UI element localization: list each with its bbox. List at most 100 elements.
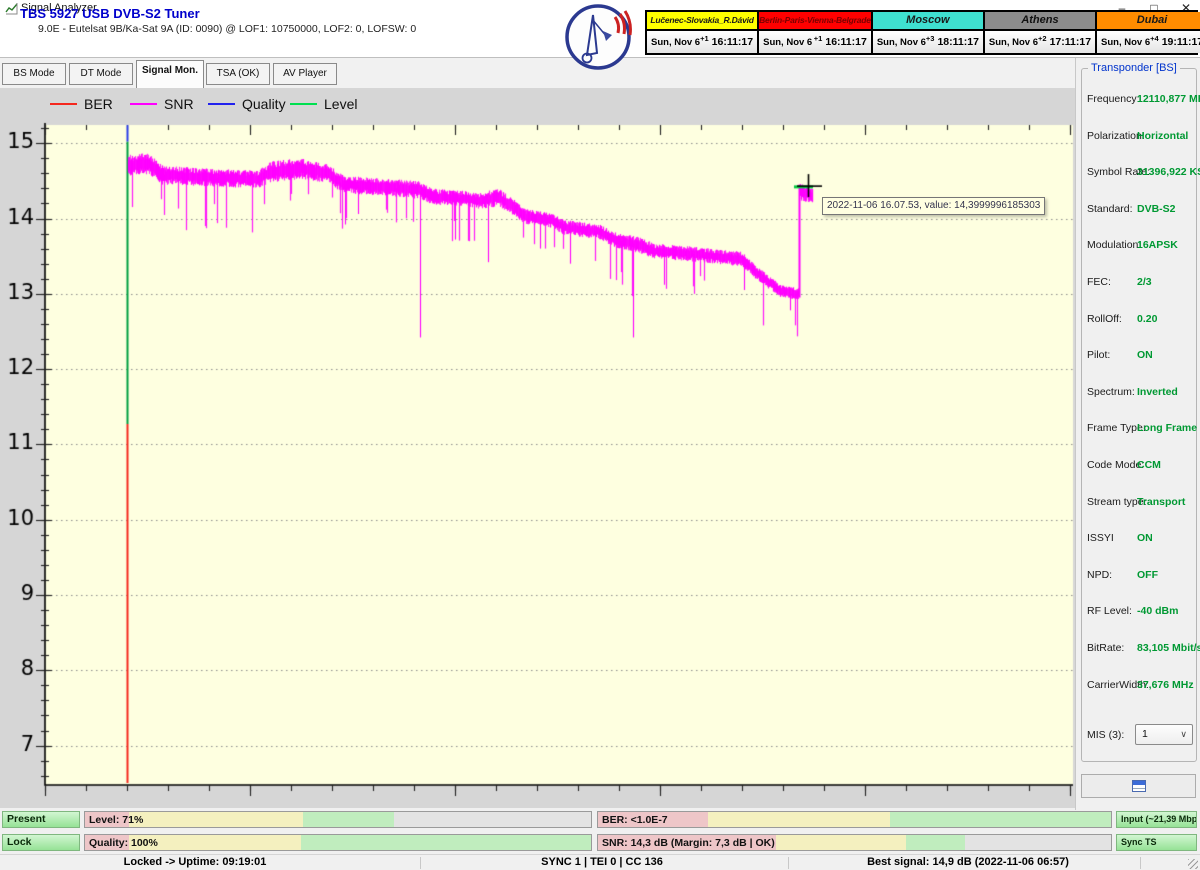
field-value: Horizontal (1137, 130, 1188, 142)
tab-signal-mon-[interactable]: Signal Mon. (136, 60, 204, 88)
clock-moscow: MoscowSun, Nov 6+318:11:17 (873, 12, 983, 53)
field-value: Long Frame (1137, 422, 1197, 434)
chevron-down-icon: ∨ (1180, 725, 1187, 744)
tab-tsa-ok-[interactable]: TSA (OK) (206, 63, 270, 85)
transponder-row: RollOff:0.20 (1087, 313, 1195, 327)
legend-line-icon (130, 103, 157, 105)
transponder-row: Stream type:Transport (1087, 496, 1195, 510)
field-value: OFF (1137, 569, 1158, 581)
field-label: Spectrum: (1087, 386, 1135, 398)
resize-grip[interactable] (1188, 859, 1198, 869)
field-value: 16APSK (1137, 239, 1178, 251)
tab-av-player[interactable]: AV Player (273, 63, 337, 85)
clock-berlin-paris-vienna-belgrade: Berlin-Paris-Vienna-BelgradeSun, Nov 6+1… (759, 12, 871, 53)
clock-hms: 16:11:17 (825, 36, 866, 48)
clock-athens: AthensSun, Nov 6+217:11:17 (985, 12, 1095, 53)
clock-utc-offset: +4 (1150, 34, 1159, 43)
transponder-row: Frame Type:Long Frame (1087, 422, 1195, 436)
clock-utc-offset: +1 (700, 34, 709, 43)
clock-utc-offset: +1 (814, 34, 823, 43)
gauge-zone-green (303, 812, 394, 827)
transponder-row: Spectrum:Inverted (1087, 386, 1195, 400)
legend-line-icon (50, 103, 77, 105)
statusbar-divider (420, 857, 421, 869)
clock-date: Sun, Nov 6 (1101, 37, 1150, 48)
transponder-row: FEC:2/3 (1087, 276, 1195, 290)
clock-city: Athens (985, 12, 1095, 29)
signal-chart-canvas[interactable] (0, 88, 1075, 808)
chart-tooltip: 2022-11-06 16.07.53, value: 14,399999618… (822, 197, 1045, 215)
field-label: BitRate: (1087, 642, 1124, 654)
legend-label: Quality (242, 96, 286, 112)
clock-date: Sun, Nov 6 (651, 37, 700, 48)
gauge-zone-gray (965, 835, 1111, 850)
transponder-row: Standard:DVB-S2 (1087, 203, 1195, 217)
field-label: Frequency: (1087, 93, 1140, 105)
field-value: 31396,922 KS/s (1137, 166, 1200, 178)
clock-city: Lučenec-Slovakia_R.Dávid (647, 12, 757, 29)
clock-time: Sun, Nov 6+318:11:17 (873, 29, 983, 53)
transponder-row: BitRate:83,105 Mbit/s (1087, 642, 1195, 656)
transponder-title: Transponder [BS] (1088, 62, 1180, 74)
indicator-present: Present (2, 811, 80, 828)
clock-hms: 16:11:17 (712, 36, 753, 48)
legend-item-ber: BER (50, 96, 113, 112)
statusbar-text: Best signal: 14,9 dB (2022-11-06 06:57) (867, 856, 1069, 868)
gauge-text: BER: <1.0E-7 (602, 812, 668, 828)
field-value: ON (1137, 349, 1153, 361)
statusbar-divider (788, 857, 789, 869)
transponder-row: RF Level:-40 dBm (1087, 605, 1195, 619)
clock-time: Sun, Nov 6+116:11:17 (647, 29, 757, 53)
clock-city: Berlin-Paris-Vienna-Belgrade (759, 12, 871, 29)
field-value: 83,105 Mbit/s (1137, 642, 1200, 654)
field-value: Transport (1137, 496, 1185, 508)
field-value: 12110,877 MHz (1137, 93, 1200, 105)
field-value: ON (1137, 532, 1153, 544)
clock-date: Sun, Nov 6 (877, 37, 926, 48)
legend-item-level: Level (290, 96, 357, 112)
transponder-row: NPD:OFF (1087, 569, 1195, 583)
legend-item-snr: SNR (130, 96, 194, 112)
world-clocks: Lučenec-Slovakia_R.DávidSun, Nov 6+116:1… (645, 10, 1198, 55)
transponder-row: Modulation:16APSK (1087, 239, 1195, 253)
indicator-lock: Lock (2, 834, 80, 851)
clock-lu-enec-slovakia-r-d-vid: Lučenec-Slovakia_R.DávidSun, Nov 6+116:1… (647, 12, 757, 53)
clock-time: Sun, Nov 6+217:11:17 (985, 29, 1095, 53)
tab-dt-mode[interactable]: DT Mode (69, 63, 133, 85)
field-label: Pilot: (1087, 349, 1110, 361)
legend-item-quality: Quality (208, 96, 286, 112)
mis-dropdown[interactable]: 1 ∨ (1135, 724, 1193, 745)
statusbar-text: SYNC 1 | TEI 0 | CC 136 (541, 856, 663, 868)
gauge-zone-yellow (776, 835, 906, 850)
transponder-row: CarrierWidth:37,676 MHz (1087, 679, 1195, 693)
tab-strip: BS ModeDT ModeSignal Mon.TSA (OK)AV Play… (0, 58, 1075, 88)
clock-time: Sun, Nov 6+419:11:17 (1097, 29, 1200, 53)
legend-line-icon (290, 103, 317, 105)
legend-line-icon (208, 103, 235, 105)
field-value: DVB-S2 (1137, 203, 1176, 215)
field-label: RF Level: (1087, 605, 1132, 617)
gauge-bar: Level: 71% (84, 811, 592, 828)
gauge-text: Level: 71% (89, 812, 143, 828)
gauge-zone-yellow (129, 812, 303, 827)
tab-bs-mode[interactable]: BS Mode (2, 63, 66, 85)
dxsatcs-logo-icon (563, 3, 633, 83)
clock-utc-offset: +2 (1038, 34, 1047, 43)
clock-time: Sun, Nov 6+116:11:17 (759, 29, 871, 53)
clock-hms: 19:11:17 (1162, 36, 1200, 48)
mis-value: 1 (1142, 728, 1148, 740)
gauge-bar: Quality: 100% (84, 834, 592, 851)
gauge-text: SNR: 14,3 dB (Margin: 7,3 dB | OK) (602, 835, 775, 851)
ts-window-button[interactable] (1081, 774, 1196, 798)
legend-label: Level (324, 96, 357, 112)
mis-label: MIS (3): (1087, 729, 1124, 741)
statusbar-divider (1140, 857, 1141, 869)
clock-date: Sun, Nov 6 (763, 37, 812, 48)
clock-hms: 17:11:17 (1050, 36, 1091, 48)
field-value: CCM (1137, 459, 1161, 471)
clock-dubai: DubaiSun, Nov 6+419:11:17 (1097, 12, 1200, 53)
tuner-title: TBS 5927 USB DVB-S2 Tuner (20, 6, 200, 21)
field-label: RollOff: (1087, 313, 1122, 325)
field-label: Modulation: (1087, 239, 1141, 251)
field-label: ISSYI (1087, 532, 1114, 544)
